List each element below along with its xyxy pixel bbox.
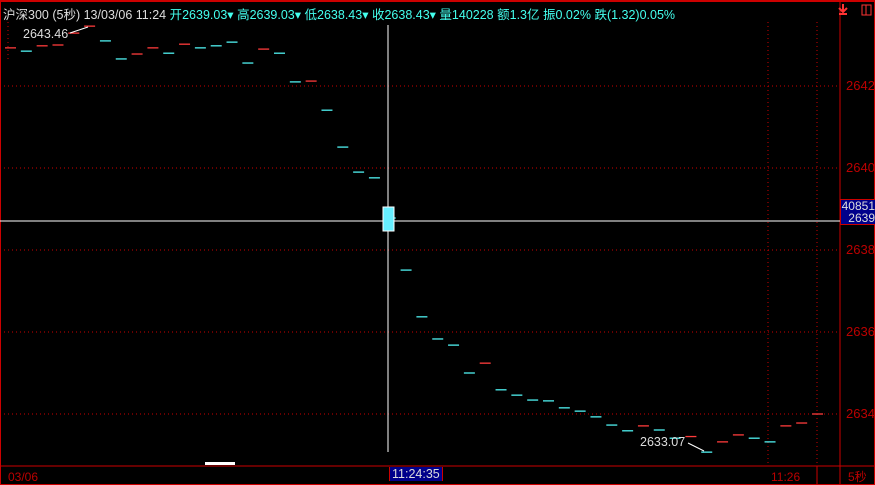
price-chart[interactable] bbox=[0, 0, 875, 484]
max-price-label: 2643.46 bbox=[23, 27, 69, 41]
y-tick-label: 2634 bbox=[846, 406, 875, 421]
x-label-time: 11:26 bbox=[771, 470, 801, 484]
x-label-date: 03/06 bbox=[8, 470, 39, 484]
y-tick-label: 2636 bbox=[846, 324, 875, 339]
min-price-label: 2633.07 bbox=[640, 435, 686, 449]
y-tick-label: 2642 bbox=[846, 78, 875, 93]
y-tick-label: 2640 bbox=[846, 160, 875, 175]
max-leader bbox=[69, 26, 89, 34]
cursor-price: 2639 bbox=[848, 211, 875, 225]
period-button[interactable]: 5秒 bbox=[848, 468, 867, 485]
cursor-value-box: 40851 2639 bbox=[840, 199, 875, 225]
crosshair-cursor-marker bbox=[382, 206, 395, 232]
volume-bar bbox=[205, 462, 235, 465]
min-leader bbox=[687, 442, 705, 452]
cursor-time: 11:24:35 bbox=[389, 467, 443, 481]
y-tick-label: 2638 bbox=[846, 242, 875, 257]
